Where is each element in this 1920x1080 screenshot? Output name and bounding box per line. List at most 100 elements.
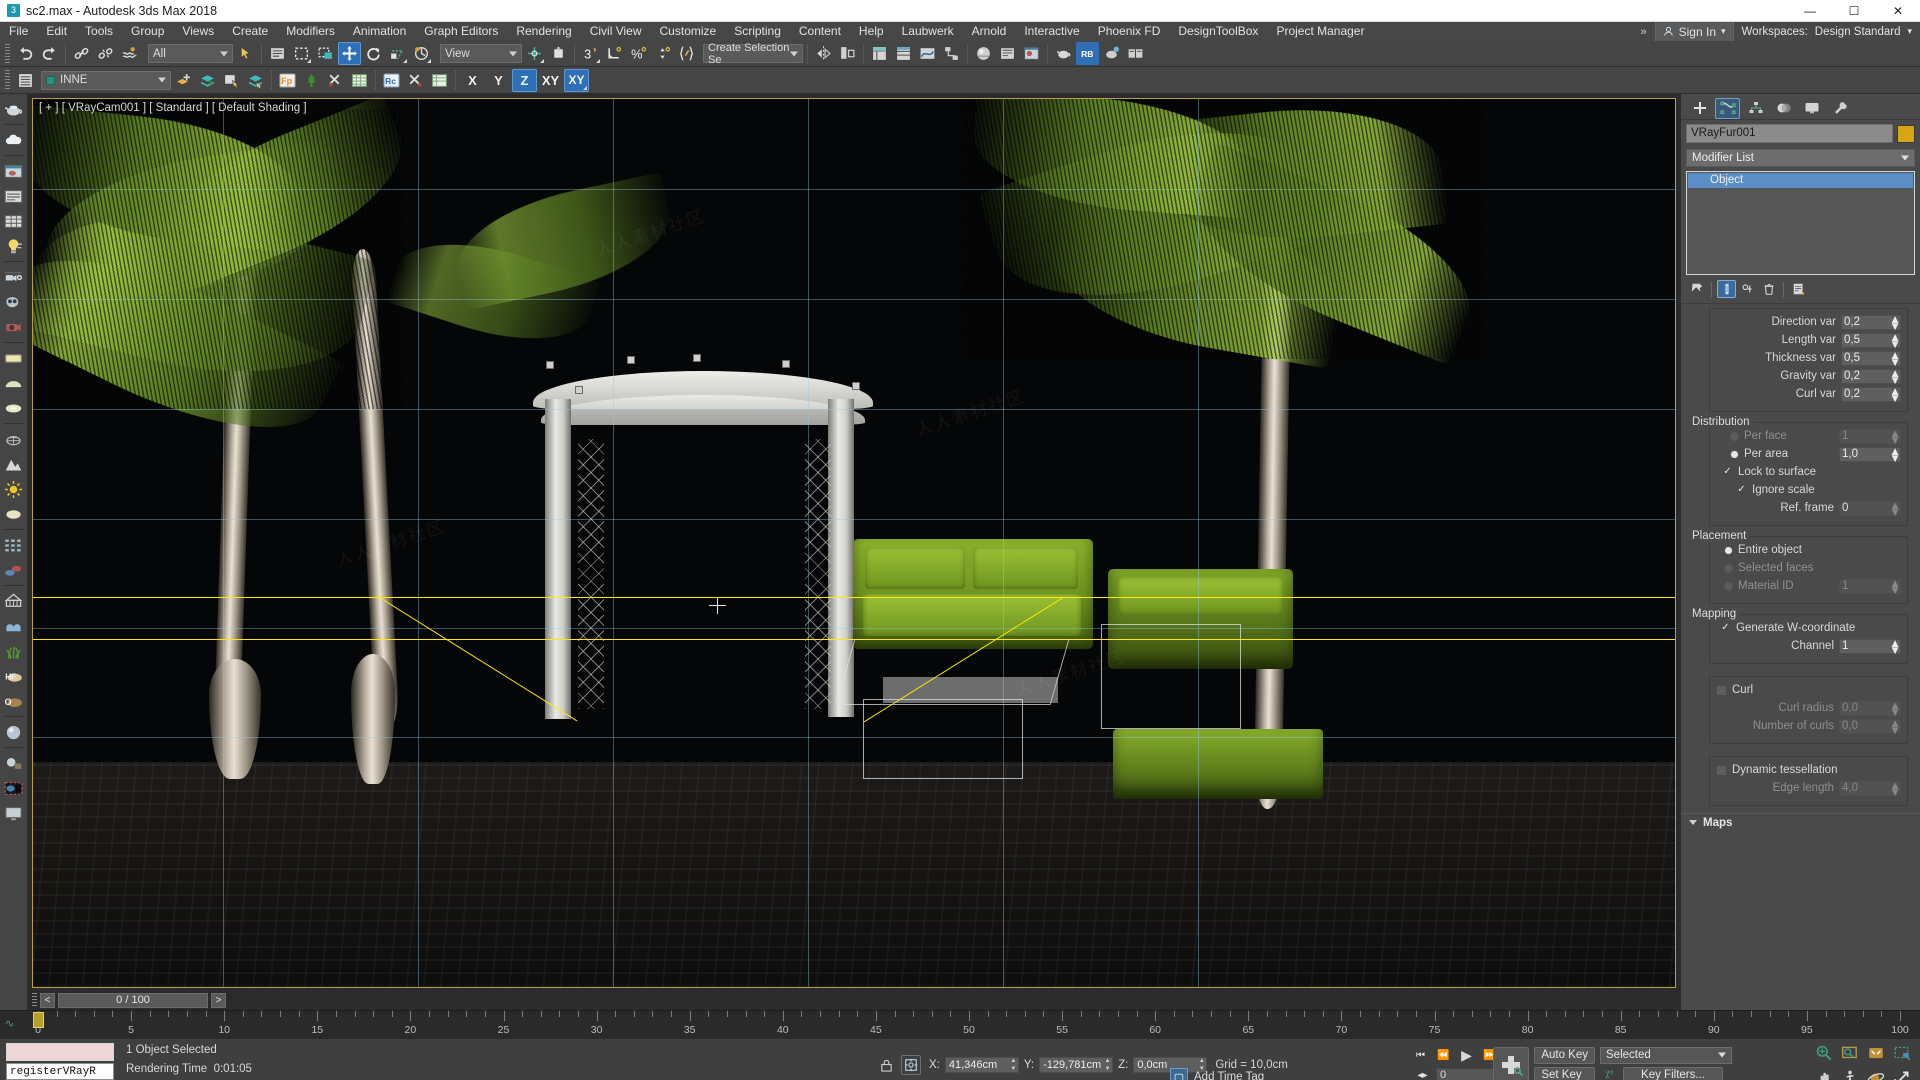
auto-key-button[interactable]: Auto Key (1534, 1046, 1595, 1064)
material-id-spinner[interactable]: 1 ▲ ▼ (1839, 578, 1901, 596)
select-and-move-button[interactable] (338, 42, 361, 65)
per-face-radio[interactable] (1730, 431, 1739, 441)
maximize-viewport-toggle[interactable] (1890, 1066, 1914, 1080)
variation-row-length-var[interactable]: Length var 0,5 ▲ ▼ (1716, 332, 1901, 350)
sphere-button[interactable] (2, 720, 26, 744)
viewport-label[interactable]: [ + ] [ VRayCam001 ] [ Standard ] [ Defa… (39, 102, 307, 114)
generate-w-row[interactable]: ✓ Generate W-coordinate (1716, 620, 1901, 636)
redo-button[interactable] (38, 42, 61, 65)
camera-target-button[interactable] (2, 265, 26, 289)
window-crossing-toggle[interactable] (314, 42, 337, 65)
railclone-tools-button[interactable] (404, 69, 427, 92)
menu-item-interactive[interactable]: Interactive (1015, 22, 1088, 41)
menu-item-customize[interactable]: Customize (651, 22, 726, 41)
render-iterative-button[interactable] (1100, 42, 1123, 65)
select-and-rotate-button[interactable] (362, 42, 385, 65)
ribbon-toggle-button[interactable] (1124, 42, 1147, 65)
selected-faces-radio[interactable] (1724, 563, 1733, 573)
variation-row-direction-var[interactable]: Direction var 0,2 ▲ ▼ (1716, 314, 1901, 332)
axis-constraint-cycle-button[interactable]: XY (564, 68, 589, 92)
selected-faces-row[interactable]: Selected faces (1716, 560, 1901, 576)
axis-constraint-z-button[interactable]: Z (512, 68, 537, 92)
light-bulb-button[interactable] (2, 234, 26, 258)
forest-pack-tree-button[interactable] (300, 69, 323, 92)
menu-item-modifiers[interactable]: Modifiers (277, 22, 344, 41)
sun-button[interactable] (2, 477, 26, 501)
menu-item-help[interactable]: Help (850, 22, 893, 41)
layer-explorer-button[interactable] (868, 42, 891, 65)
time-slider-handle[interactable] (33, 1012, 44, 1028)
ox-button[interactable]: O (2, 689, 26, 713)
menu-item-animation[interactable]: Animation (344, 22, 415, 41)
teapot-primitive-button[interactable] (2, 97, 26, 121)
variation-row-curl-var[interactable]: Curl var 0,2 ▲ ▼ (1716, 386, 1901, 404)
channel-row[interactable]: Channel 1 ▲ ▼ (1716, 638, 1901, 656)
hierarchy-tab[interactable] (1743, 98, 1768, 119)
fur-button[interactable] (2, 589, 26, 613)
sign-in-button[interactable]: Sign In ▾ (1654, 22, 1734, 41)
render-preview-button[interactable] (2, 159, 26, 183)
ref-frame-spinner[interactable]: 0 ▲ ▼ (1839, 500, 1901, 518)
plane-button[interactable] (2, 346, 26, 370)
remove-modifier-button[interactable] (1759, 280, 1778, 298)
terrain-button[interactable] (2, 452, 26, 476)
menu-item-laubwerk[interactable]: Laubwerk (893, 22, 963, 41)
pin-stack-button[interactable] (1687, 280, 1706, 298)
water-button[interactable] (2, 614, 26, 638)
sphere-light-button[interactable] (2, 502, 26, 526)
monitor-button[interactable] (2, 801, 26, 825)
menu-item-phoenix-fd[interactable]: Phoenix FD (1089, 22, 1170, 41)
menu-item-create[interactable]: Create (223, 22, 277, 41)
scene-explorer-button[interactable] (892, 42, 915, 65)
menu-item-scripting[interactable]: Scripting (725, 22, 790, 41)
proxy-button[interactable] (2, 558, 26, 582)
previous-frame-button[interactable]: ⏪ (1434, 1047, 1453, 1064)
key-mode-toggle-button[interactable]: ◂▸ (1413, 1067, 1432, 1080)
render-setup-button[interactable] (996, 42, 1019, 65)
region-render-button[interactable] (2, 776, 26, 800)
maxscript-entry-field[interactable]: registerVRayR (6, 1063, 114, 1080)
select-and-manipulate-button[interactable] (547, 42, 570, 65)
ref-frame-row[interactable]: Ref. frame 0 ▲ ▼ (1716, 500, 1901, 518)
material-editor-button[interactable] (972, 42, 995, 65)
key-mode-icon[interactable]: ⁒° (1600, 1067, 1619, 1080)
coord-field-x[interactable]: 41,346cm ▲ ▼ (944, 1057, 1019, 1073)
zoom-region-button[interactable] (1890, 1041, 1914, 1064)
add-time-tag[interactable]: ▢ Add Time Tag (1170, 1068, 1264, 1080)
menu-item-project-manager[interactable]: Project Manager (1267, 22, 1373, 41)
axis-constraint-xy-button[interactable]: XY (538, 69, 563, 92)
railclone-spline-button[interactable] (348, 69, 371, 92)
lock-to-surface-row[interactable]: ✓ Lock to surface (1716, 464, 1901, 480)
key-filters-button[interactable]: Key Filters... (1623, 1066, 1723, 1080)
selection-filter-dropdown[interactable]: All (148, 44, 233, 63)
hf-button[interactable]: HF (2, 664, 26, 688)
curl-row[interactable]: Curl (1716, 682, 1901, 698)
channel-spinner[interactable]: 1 ▲ ▼ (1839, 638, 1901, 656)
select-and-scale-button[interactable] (386, 42, 409, 65)
track-bar[interactable]: ∿ 0 5 10 15 20 25 30 35 40 45 50 55 60 65 70 75 80 85 90 95… (0, 1010, 1920, 1038)
forest-pack-tools-button[interactable] (324, 69, 347, 92)
menu-item-graph-editors[interactable]: Graph Editors (415, 22, 507, 41)
snaps-toggle-button[interactable]: 3 (579, 42, 602, 65)
key-selection-dropdown[interactable]: Selected (1600, 1046, 1732, 1064)
variation-row-gravity-var[interactable]: Gravity var 0,2 ▲ ▼ (1716, 368, 1901, 386)
layer-manager-button[interactable] (14, 69, 37, 92)
material-id-row[interactable]: Material ID 1 ▲ ▼ (1716, 578, 1901, 596)
vray-camera-button[interactable] (2, 290, 26, 314)
grass-button[interactable] (2, 639, 26, 663)
menu-item-civil-view[interactable]: Civil View (581, 22, 651, 41)
modify-tab[interactable] (1715, 97, 1740, 119)
curl-checkbox[interactable] (1716, 684, 1727, 696)
utilities-tab[interactable] (1827, 98, 1852, 119)
render-production-button[interactable] (1052, 42, 1075, 65)
minimize-button[interactable]: — (1788, 0, 1832, 22)
use-pivot-point-center-button[interactable] (523, 42, 546, 65)
mirror-button[interactable] (812, 42, 835, 65)
bind-to-space-warp-button[interactable] (118, 42, 141, 65)
schematic-view-button[interactable] (940, 42, 963, 65)
number-of-curls-spinner[interactable]: 0,0 ▲ ▼ (1839, 718, 1901, 736)
prev-frame-slider-button[interactable]: < (40, 992, 55, 1008)
per-face-spinner[interactable]: 1 ▲ ▼ (1839, 428, 1901, 446)
axis-constraint-y-button[interactable]: Y (486, 69, 511, 92)
close-button[interactable]: ✕ (1876, 0, 1920, 22)
